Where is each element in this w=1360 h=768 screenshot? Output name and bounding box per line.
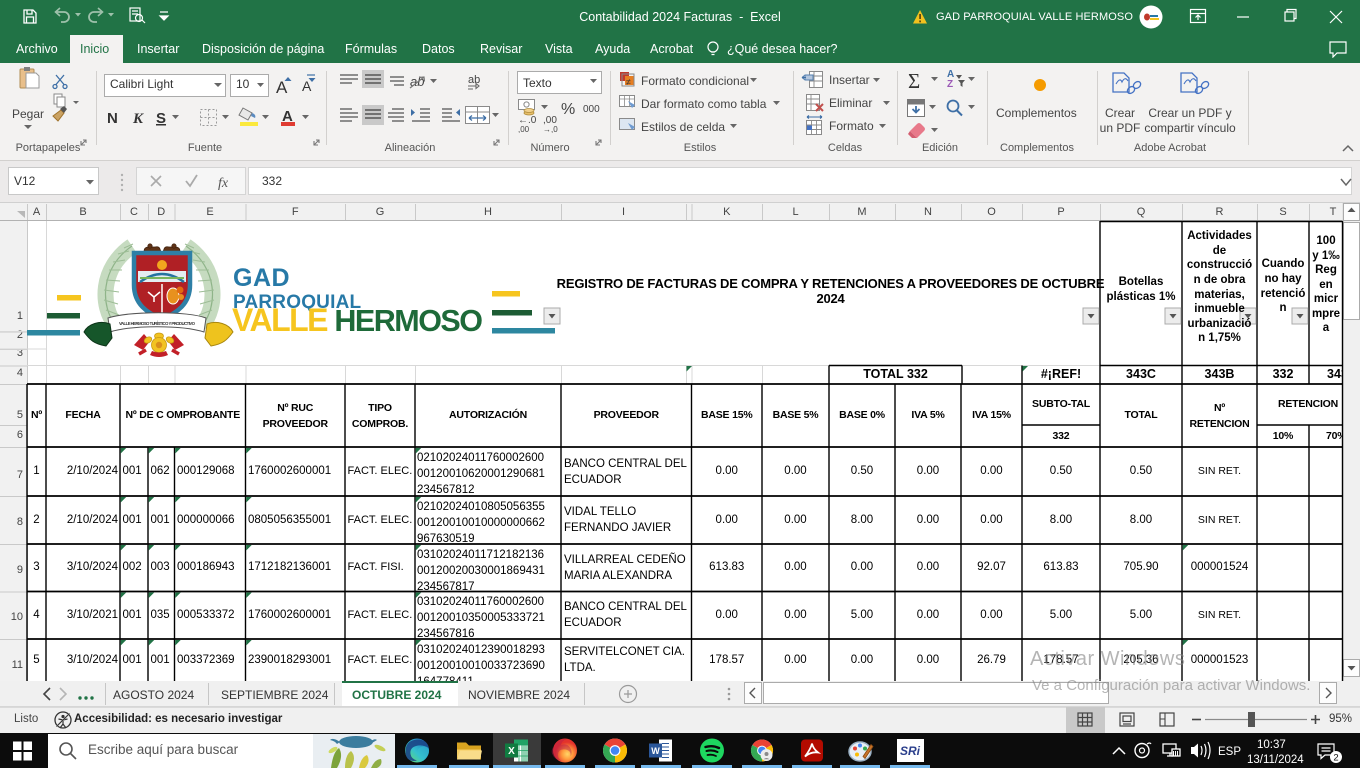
svg-text:13/11/2024: 13/11/2024 <box>1247 754 1304 766</box>
svg-text:ESP: ESP <box>1218 746 1241 758</box>
svg-text:X: X <box>508 746 515 757</box>
svg-text:SRi: SRi <box>900 744 921 758</box>
svg-text:10:37: 10:37 <box>1257 739 1286 751</box>
svg-text:2: 2 <box>1333 753 1338 764</box>
svg-text:W: W <box>651 746 660 756</box>
svg-text:VALLE HERMOSO TURÍSTICO Y PROD: VALLE HERMOSO TURÍSTICO Y PRODUCTIVO <box>119 321 196 326</box>
